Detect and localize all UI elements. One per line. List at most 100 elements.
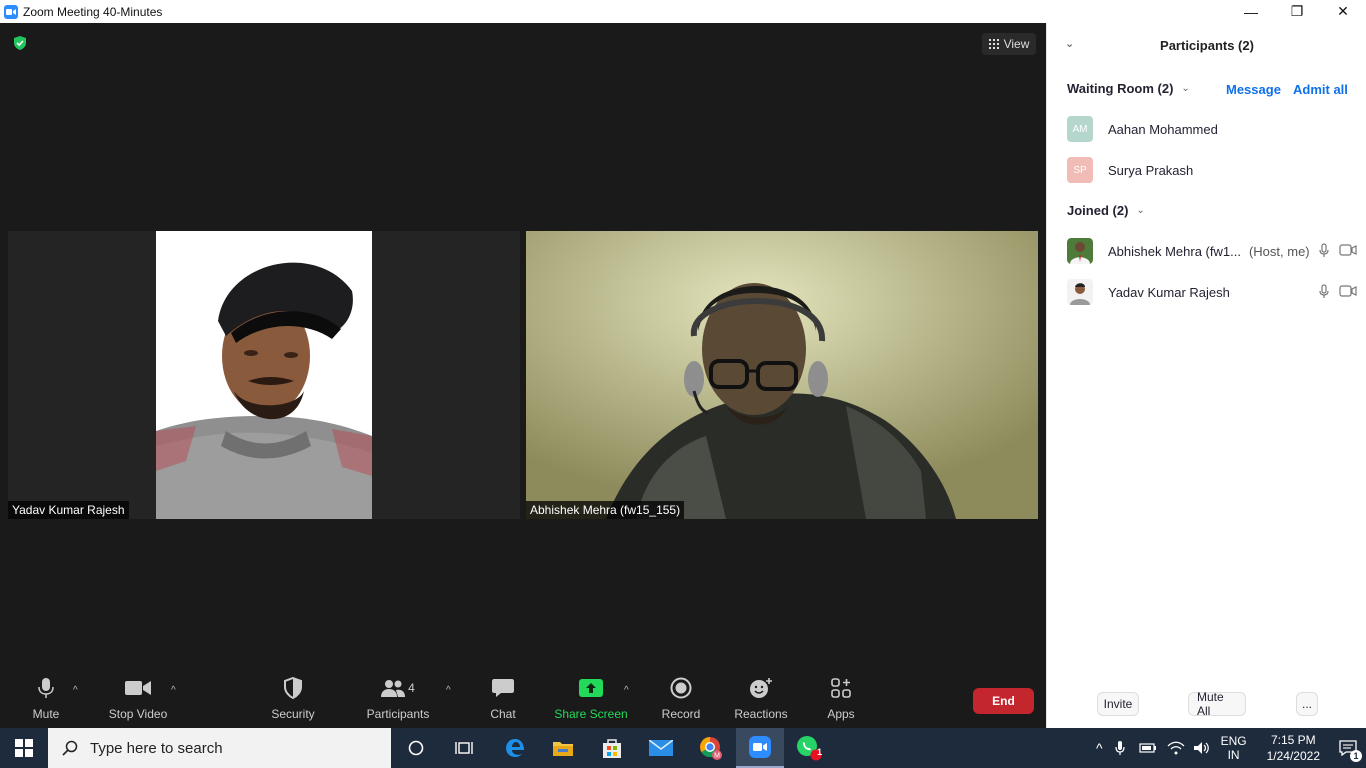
- windows-taskbar: Type here to search M 1 ^ ENG IN 7:15 PM…: [0, 728, 1366, 768]
- end-meeting-button[interactable]: End: [973, 688, 1034, 714]
- participant-status-icons: [1319, 243, 1357, 258]
- share-screen-button[interactable]: Share Screen: [554, 673, 628, 728]
- reactions-button[interactable]: Reactions: [733, 673, 789, 728]
- start-button[interactable]: [0, 728, 48, 768]
- chat-label: Chat: [490, 707, 516, 721]
- participant-name-label: Abhishek Mehra (fw15_155): [526, 501, 685, 519]
- microphone-icon[interactable]: [1114, 740, 1125, 756]
- window-title: Zoom Meeting 40-Minutes: [23, 4, 163, 19]
- participant-video: [526, 231, 1038, 519]
- clock-date: 1/24/2022: [1266, 749, 1320, 763]
- video-camera-icon[interactable]: [1339, 243, 1357, 257]
- message-waiting-link[interactable]: Message: [1226, 82, 1281, 97]
- region-code: IN: [1227, 748, 1240, 762]
- invite-button[interactable]: Invite: [1097, 692, 1139, 716]
- chevron-down-icon[interactable]: ⌄: [1181, 83, 1189, 94]
- window-controls: — ❐ ✕: [1228, 0, 1366, 23]
- admit-all-link[interactable]: Admit all: [1293, 82, 1348, 97]
- zoom-logo-icon: [4, 4, 18, 19]
- zoom-app-icon: [749, 736, 771, 758]
- participant-name-label: Yadav Kumar Rajesh: [8, 501, 129, 519]
- input-language-indicator[interactable]: ENG IN: [1221, 734, 1247, 762]
- waiting-room-header[interactable]: Waiting Room (2) ⌄: [1067, 81, 1190, 96]
- taskbar-whatsapp[interactable]: 1: [785, 728, 833, 768]
- participants-icon: [381, 680, 406, 697]
- store-bag-icon: [603, 739, 621, 758]
- volume-icon[interactable]: [1193, 741, 1211, 755]
- security-button[interactable]: Security: [266, 673, 320, 728]
- participant-status-icons: [1319, 284, 1357, 299]
- mute-button[interactable]: Mute: [26, 673, 66, 728]
- video-tile-yadav[interactable]: Yadav Kumar Rajesh: [8, 231, 520, 519]
- view-button[interactable]: View: [982, 33, 1036, 55]
- chat-button[interactable]: Chat: [486, 673, 520, 728]
- security-shield-icon: [284, 677, 302, 699]
- view-label: View: [1003, 37, 1030, 51]
- video-options-chevron-icon[interactable]: ^: [171, 685, 176, 696]
- task-view-button[interactable]: [440, 728, 488, 768]
- record-icon: [670, 677, 692, 699]
- task-view-icon: [455, 742, 473, 754]
- apps-button[interactable]: Apps: [824, 673, 858, 728]
- collapse-chevron-down-icon[interactable]: ⌄: [1065, 37, 1074, 50]
- chevron-down-icon[interactable]: ⌄: [1136, 205, 1144, 216]
- restore-icon[interactable]: ❐: [1274, 0, 1320, 23]
- participant-name: Aahan Mohammed: [1108, 121, 1218, 137]
- panel-title: Participants (2): [1160, 37, 1254, 53]
- taskbar-mail[interactable]: [637, 728, 685, 768]
- mute-options-chevron-icon[interactable]: ^: [73, 685, 78, 696]
- security-label: Security: [271, 707, 315, 721]
- close-icon[interactable]: ✕: [1320, 0, 1366, 23]
- participant-name: Yadav Kumar Rajesh: [1108, 284, 1230, 300]
- title-bar: Zoom Meeting 40-Minutes — ❐ ✕: [0, 0, 1366, 23]
- chrome-icon: M: [700, 737, 722, 760]
- video-camera-icon[interactable]: [1339, 284, 1357, 298]
- taskbar-zoom[interactable]: [736, 728, 784, 768]
- stop-video-button[interactable]: Stop Video: [104, 673, 172, 728]
- meeting-toolbar: Mute ^ Stop Video ^ Security 4 Participa…: [0, 673, 1046, 728]
- participants-button[interactable]: 4 Participants: [366, 673, 430, 728]
- record-label: Record: [661, 707, 701, 721]
- taskbar-file-explorer[interactable]: [539, 728, 587, 768]
- notification-count-badge: 1: [1350, 750, 1362, 762]
- show-hidden-icons-chevron-up-icon[interactable]: ^: [1096, 740, 1103, 756]
- joined-participant-row[interactable]: Abhishek Mehra (fw1... (Host, me): [1067, 236, 1357, 266]
- participants-label: Participants: [366, 707, 430, 721]
- clock[interactable]: 7:15 PM 1/24/2022: [1267, 732, 1320, 764]
- waiting-participant-row[interactable]: AM Aahan Mohammed: [1067, 114, 1357, 144]
- folder-icon: [553, 742, 573, 756]
- wifi-icon[interactable]: [1167, 741, 1185, 755]
- taskbar-edge[interactable]: [491, 728, 539, 768]
- reactions-label: Reactions: [734, 707, 788, 721]
- participant-name: Abhishek Mehra (fw1...: [1108, 243, 1241, 259]
- microphone-icon[interactable]: [1319, 243, 1329, 258]
- record-button[interactable]: Record: [660, 673, 702, 728]
- participant-role: (Host, me): [1248, 243, 1310, 259]
- taskbar-chrome[interactable]: M: [687, 728, 735, 768]
- mute-all-button[interactable]: Mute All: [1188, 690, 1246, 718]
- encryption-shield-icon[interactable]: [12, 35, 28, 51]
- avatar: [1067, 279, 1093, 305]
- video-tile-abhishek[interactable]: Abhishek Mehra (fw15_155): [526, 231, 1038, 519]
- participants-count: 4: [408, 681, 415, 695]
- cortana-button[interactable]: [392, 728, 440, 768]
- joined-title: Joined (2): [1067, 203, 1129, 218]
- avatar: [1067, 238, 1093, 264]
- share-options-chevron-icon[interactable]: ^: [624, 685, 629, 696]
- clock-time: 7:15 PM: [1270, 733, 1316, 747]
- more-options-button[interactable]: ...: [1296, 692, 1318, 716]
- mail-icon: [649, 740, 673, 756]
- microphone-icon: [38, 678, 54, 698]
- minimize-icon[interactable]: —: [1228, 0, 1274, 23]
- microphone-icon[interactable]: [1319, 284, 1329, 299]
- waiting-participant-row[interactable]: SP Surya Prakash: [1067, 155, 1357, 185]
- battery-icon[interactable]: [1138, 742, 1157, 754]
- taskbar-search-box[interactable]: Type here to search: [48, 728, 391, 768]
- joined-participant-row[interactable]: Yadav Kumar Rajesh: [1067, 277, 1357, 307]
- windows-logo-icon: [15, 739, 33, 757]
- video-camera-icon: [125, 681, 151, 695]
- participants-options-chevron-icon[interactable]: ^: [446, 685, 451, 696]
- joined-header[interactable]: Joined (2) ⌄: [1067, 203, 1145, 218]
- taskbar-store[interactable]: [588, 728, 636, 768]
- action-center-button[interactable]: 1: [1330, 728, 1366, 768]
